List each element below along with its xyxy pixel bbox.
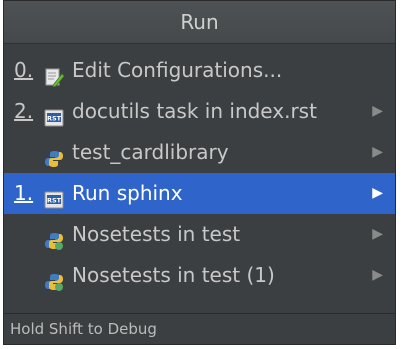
menu-item-mnemonic: 0. [14, 58, 34, 82]
menu-item-label: Nosetests in test [72, 222, 241, 246]
svg-text:RST: RST [47, 115, 62, 123]
menu-item-run-sphinx[interactable]: 1. RST Run sphinx ▶ [4, 173, 395, 214]
submenu-arrow-icon[interactable]: ▶ [372, 214, 383, 255]
menu-item-label: Run sphinx [72, 181, 183, 205]
python-test-icon [44, 224, 64, 250]
menu-item-edit-configurations[interactable]: 0. Edit Configurations... ▶ [4, 50, 395, 91]
rst-file-icon: RST [44, 183, 64, 209]
svg-text:RST: RST [47, 197, 62, 205]
menu-item-nosetests-in-test[interactable]: Nosetests in test ▶ [4, 214, 395, 255]
run-popup: Run 0. Edit Configurations... ▶ 2. [3, 0, 396, 345]
submenu-arrow-icon[interactable]: ▶ [372, 132, 383, 173]
submenu-arrow-icon[interactable]: ▶ [372, 173, 383, 214]
menu-item-test-cardlibrary[interactable]: test_cardlibrary ▶ [4, 132, 395, 173]
menu-item-label: Edit Configurations... [72, 58, 283, 82]
edit-configurations-icon [44, 60, 65, 88]
menu-item-label: docutils task in index.rst [72, 99, 317, 123]
run-configurations-list: 0. Edit Configurations... ▶ 2. RST [4, 44, 395, 296]
menu-item-docutils-task[interactable]: 2. RST docutils task in index.rst ▶ [4, 91, 395, 132]
submenu-arrow-icon[interactable]: ▶ [372, 255, 383, 296]
menu-item-mnemonic: 1. [14, 181, 34, 205]
python-icon [44, 142, 64, 167]
menu-item-label: Nosetests in test (1) [72, 263, 275, 287]
rst-file-icon: RST [44, 101, 64, 127]
menu-item-label: test_cardlibrary [72, 140, 229, 164]
python-test-icon [44, 265, 64, 291]
popup-title: Run [4, 1, 395, 44]
menu-item-nosetests-in-test-1[interactable]: Nosetests in test (1) ▶ [4, 255, 395, 296]
footer-hint: Hold Shift to Debug [4, 313, 395, 344]
menu-item-mnemonic: 2. [14, 99, 34, 123]
submenu-arrow-icon[interactable]: ▶ [372, 91, 383, 132]
